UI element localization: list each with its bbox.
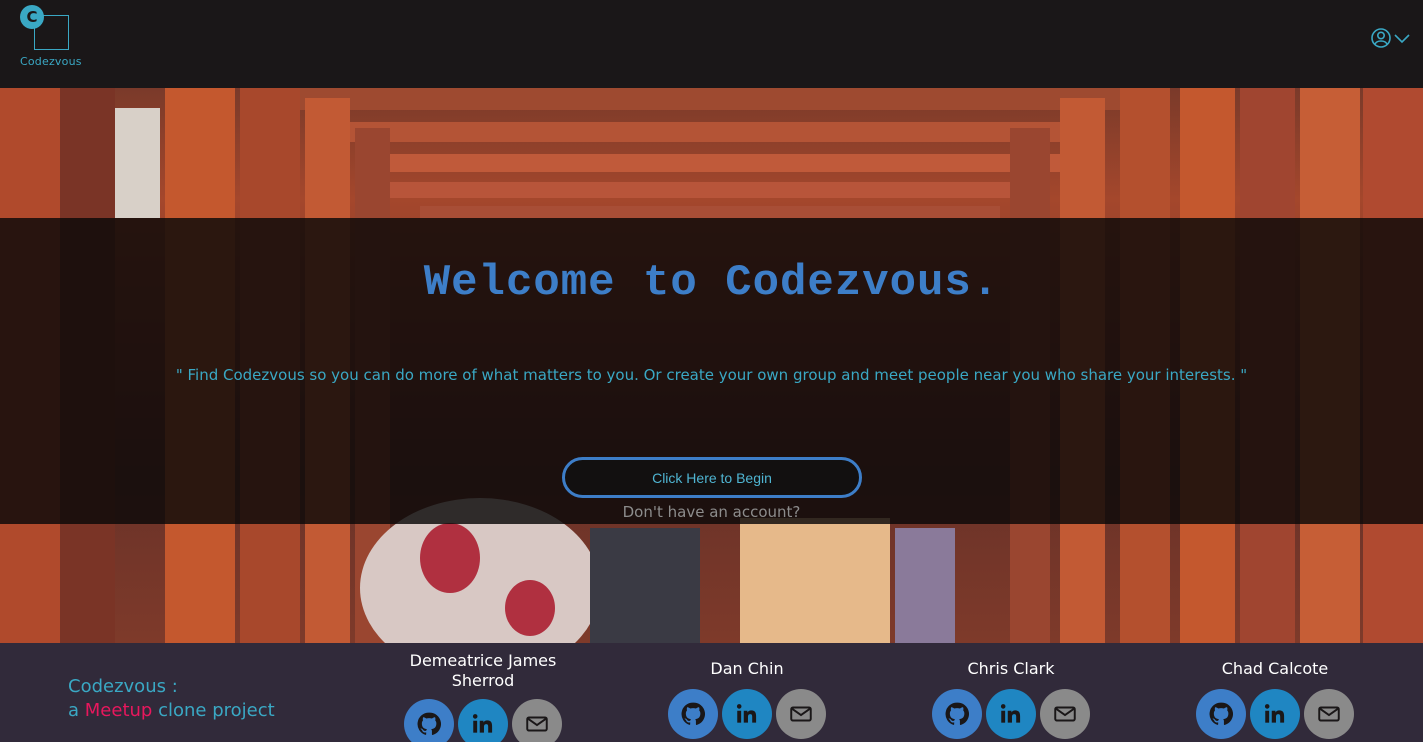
footer-brand-rest: clone project	[158, 700, 275, 721]
welcome-overlay-panel: Welcome to Codezvous. " Find Codezvous s…	[0, 218, 1423, 524]
top-nav-bar: C Codezvous	[0, 0, 1423, 88]
team-member-card: Demeatrice James Sherrod	[378, 649, 588, 742]
member-links	[378, 699, 588, 742]
member-name: Dan Chin	[710, 659, 784, 678]
member-name: Demeatrice James Sherrod	[409, 651, 557, 690]
member-links	[642, 689, 852, 739]
signup-link[interactable]: Don't have an account?	[0, 503, 1423, 521]
linkedin-icon[interactable]	[986, 689, 1036, 739]
meetup-link[interactable]: Meetup	[85, 700, 153, 721]
mail-icon[interactable]	[776, 689, 826, 739]
member-name: Chris Clark	[967, 659, 1055, 678]
chevron-down-icon	[1394, 34, 1410, 44]
footer-brand-a: a	[68, 700, 80, 721]
github-icon[interactable]	[404, 699, 454, 742]
footer-brand-title: Codezvous :	[68, 676, 178, 697]
mail-icon[interactable]	[512, 699, 562, 742]
logo-letter: C	[20, 5, 44, 29]
linkedin-icon[interactable]	[458, 699, 508, 742]
logo-text: Codezvous	[20, 55, 82, 68]
tagline-text: " Find Codezvous so you can do more of w…	[175, 366, 1248, 384]
team-member-card: Dan Chin	[642, 649, 852, 739]
github-icon[interactable]	[932, 689, 982, 739]
hero-background: Welcome to Codezvous. " Find Codezvous s…	[0, 88, 1423, 643]
codezvous-logo[interactable]: C Codezvous	[18, 5, 88, 69]
member-name: Chad Calcote	[1221, 659, 1329, 678]
begin-button[interactable]: Click Here to Begin	[562, 457, 862, 498]
footer-brand-subtitle: a Meetup clone project	[68, 699, 275, 723]
team-member-card: Chris Clark	[906, 649, 1116, 739]
github-icon[interactable]	[668, 689, 718, 739]
linkedin-icon[interactable]	[1250, 689, 1300, 739]
mail-icon[interactable]	[1040, 689, 1090, 739]
footer: Codezvous : a Meetup clone project Demea…	[0, 643, 1423, 742]
linkedin-icon[interactable]	[722, 689, 772, 739]
user-circle-icon	[1371, 28, 1391, 48]
member-links	[1170, 689, 1380, 739]
member-links	[906, 689, 1116, 739]
team-member-card: Chad Calcote	[1170, 649, 1380, 739]
github-icon[interactable]	[1196, 689, 1246, 739]
footer-brand: Codezvous : a Meetup clone project	[68, 675, 275, 723]
welcome-heading: Welcome to Codezvous.	[423, 258, 1000, 308]
profile-menu-button[interactable]	[1370, 27, 1411, 49]
mail-icon[interactable]	[1304, 689, 1354, 739]
